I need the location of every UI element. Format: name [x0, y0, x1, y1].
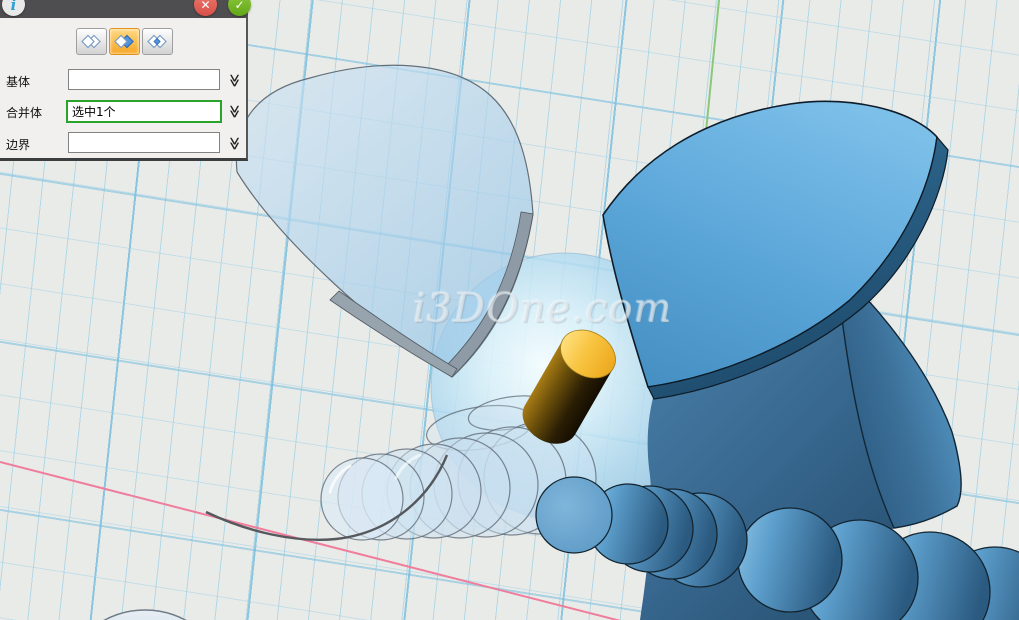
merge-body-input[interactable] — [66, 100, 222, 123]
info-icon[interactable]: i — [2, 0, 25, 16]
propeller-blade-left[interactable] — [236, 65, 533, 377]
boundary-expand-chevron-icon[interactable]: ≫ — [226, 134, 242, 152]
boundary-label: 边界 — [6, 136, 30, 153]
base-body-label: 基体 — [6, 73, 30, 90]
boundary-input[interactable] — [68, 132, 220, 153]
confirm-button[interactable]: ✓ — [228, 0, 251, 16]
merge-body-expand-chevron-icon[interactable]: ≫ — [226, 102, 242, 120]
boolean-intersect-button[interactable] — [142, 28, 173, 55]
field-row-base-body: 基体 ≫ — [0, 69, 248, 93]
merge-body-label: 合并体 — [6, 104, 42, 121]
union-diamonds-icon — [80, 34, 102, 49]
base-body-expand-chevron-icon[interactable]: ≫ — [226, 71, 242, 89]
cancel-button[interactable]: ✕ — [194, 0, 217, 16]
bottom-dome-part[interactable] — [69, 610, 221, 620]
field-row-merge-body: 合并体 ≫ — [0, 100, 248, 124]
base-body-input[interactable] — [68, 69, 220, 90]
boolean-operation-dialog: i ✕ ✓ — [0, 0, 248, 161]
dialog-titlebar[interactable]: i ✕ ✓ — [0, 0, 246, 18]
intersect-diamonds-icon — [146, 34, 168, 49]
boolean-mode-toolbar — [0, 28, 248, 55]
field-row-boundary: 边界 ≫ — [0, 132, 248, 156]
subtract-diamonds-icon — [113, 34, 135, 49]
cad-app-window: i3DOne.com i ✕ ✓ — [0, 0, 1019, 620]
boolean-subtract-button[interactable] — [109, 28, 140, 55]
boolean-union-button[interactable] — [76, 28, 107, 55]
